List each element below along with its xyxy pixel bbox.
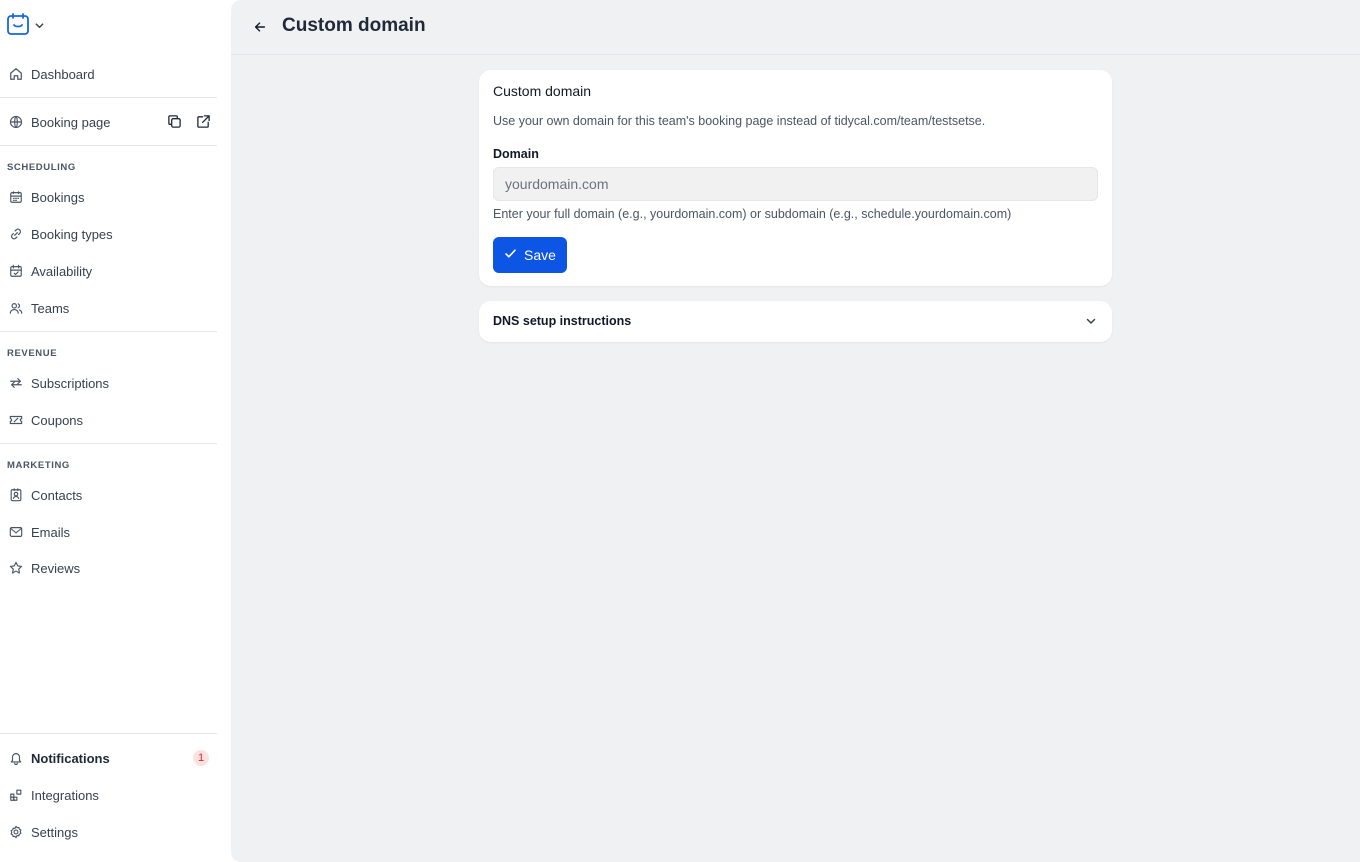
- sidebar-item-settings[interactable]: Settings: [0, 817, 217, 847]
- external-link-icon[interactable]: [194, 112, 212, 130]
- page-header: Custom domain: [231, 0, 1360, 55]
- ticket-icon: [8, 413, 23, 428]
- workspace-switcher[interactable]: [6, 12, 45, 41]
- bell-icon: [8, 751, 23, 766]
- sidebar-item-label: Reviews: [31, 560, 81, 576]
- sidebar-item-emails[interactable]: Emails: [0, 517, 217, 547]
- page-title: Custom domain: [282, 15, 426, 36]
- sidebar-item-label: Availability: [31, 263, 93, 279]
- home-icon: [8, 67, 23, 82]
- sidebar-item-booking-types[interactable]: Booking types: [0, 219, 217, 249]
- divider: [0, 443, 217, 444]
- sidebar-item-label: Emails: [31, 524, 71, 540]
- save-button[interactable]: Save: [493, 237, 567, 273]
- divider: [0, 145, 217, 146]
- sidebar-item-booking-page[interactable]: Booking page: [0, 107, 160, 137]
- sidebar-item-integrations[interactable]: Integrations: [0, 780, 217, 810]
- copy-icon[interactable]: [165, 112, 183, 130]
- check-icon: [504, 247, 517, 263]
- globe-icon: [8, 115, 23, 130]
- calendar-logo-icon: [6, 12, 30, 41]
- sidebar-item-label: Dashboard: [31, 66, 95, 82]
- sidebar-item-label: Notifications: [31, 750, 110, 766]
- repeat-icon: [8, 376, 23, 391]
- chevron-down-icon: [1084, 314, 1098, 328]
- sidebar-item-notifications[interactable]: Notifications 1: [0, 743, 217, 773]
- save-button-label: Save: [524, 247, 556, 263]
- card-description: Use your own domain for this team's book…: [493, 114, 986, 128]
- sidebar-item-label: Integrations: [31, 787, 99, 803]
- sidebar-item-bookings[interactable]: Bookings: [0, 182, 217, 212]
- contact-icon: [8, 488, 23, 503]
- section-label-revenue: REVENUE: [7, 348, 58, 359]
- sidebar-item-dashboard[interactable]: Dashboard: [0, 59, 217, 89]
- section-label-scheduling: SCHEDULING: [7, 162, 76, 173]
- sidebar-item-label: Settings: [31, 824, 78, 840]
- calendar-check-icon: [8, 264, 23, 279]
- divider: [0, 733, 217, 734]
- chevron-down-icon: [34, 18, 45, 36]
- main-content: Custom domain Custom domain Use your own…: [231, 0, 1360, 862]
- sidebar-item-label: Subscriptions: [31, 375, 110, 391]
- sidebar-item-label: Teams: [31, 300, 70, 316]
- calendar-icon: [8, 190, 23, 205]
- sidebar-item-contacts[interactable]: Contacts: [0, 480, 217, 510]
- sidebar-item-coupons[interactable]: Coupons: [0, 405, 217, 435]
- domain-field-label: Domain: [493, 147, 539, 161]
- sidebar-item-reviews[interactable]: Reviews: [0, 553, 217, 583]
- sidebar-item-availability[interactable]: Availability: [0, 256, 217, 286]
- gear-icon: [8, 825, 23, 840]
- sidebar-item-label: Coupons: [31, 412, 84, 428]
- card-title: Custom domain: [493, 83, 592, 99]
- integrations-icon: [8, 788, 23, 803]
- domain-input[interactable]: [493, 167, 1098, 201]
- sidebar: Dashboard Booking page SCHEDULING Bookin…: [0, 0, 217, 862]
- section-label-marketing: MARKETING: [7, 460, 70, 471]
- mail-icon: [8, 525, 23, 540]
- domain-help-text: Enter your full domain (e.g., yourdomain…: [493, 207, 1012, 221]
- custom-domain-card: Custom domain Use your own domain for th…: [479, 70, 1112, 286]
- star-icon: [8, 561, 23, 576]
- sidebar-item-label: Booking types: [31, 226, 113, 242]
- sidebar-item-subscriptions[interactable]: Subscriptions: [0, 368, 217, 398]
- sidebar-item-label: Contacts: [31, 487, 83, 503]
- dns-instructions-accordion[interactable]: DNS setup instructions: [479, 301, 1112, 342]
- divider: [0, 331, 217, 332]
- sidebar-item-label: Bookings: [31, 189, 85, 205]
- users-icon: [8, 301, 23, 316]
- notification-count-badge: 1: [193, 750, 209, 766]
- sidebar-item-teams[interactable]: Teams: [0, 293, 217, 323]
- back-arrow-icon[interactable]: [251, 18, 269, 36]
- accordion-title: DNS setup instructions: [493, 314, 632, 328]
- link-icon: [8, 227, 23, 242]
- sidebar-item-label: Booking page: [31, 114, 111, 130]
- divider: [0, 97, 217, 98]
